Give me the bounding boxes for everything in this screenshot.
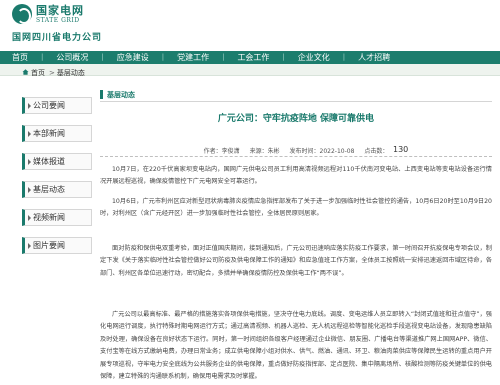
home-icon bbox=[22, 69, 29, 75]
sidebar: 公司要闻 本部新闻 媒体报道 基层动态 视频新闻 图片要闻 bbox=[22, 97, 92, 265]
logo-cn: 国家电网 bbox=[36, 3, 84, 17]
sidebar-item-label: 媒体报道 bbox=[33, 157, 65, 166]
nav-separator: | bbox=[41, 53, 44, 61]
article-title: 广元公司：守牢抗疫阵地 保障可靠供电 bbox=[217, 114, 375, 124]
company-name: 国网四川省电力公司 bbox=[12, 33, 103, 43]
article-paragraph: 面对防疫和保供电双重考验，面对正值国庆期间，接到通知后，广元公司迅速响应落实防疫… bbox=[100, 245, 492, 277]
sidebar-item-photo[interactable]: 图片要闻 bbox=[22, 237, 92, 254]
main-nav: 首页 | 公司概况 | 应急建设 | 党建工作 | 工会工作 | 企业文化 | … bbox=[0, 51, 500, 64]
nav-item-party[interactable]: 党建工作 bbox=[177, 51, 209, 64]
arrow-right-icon bbox=[28, 187, 31, 193]
arrow-right-icon bbox=[28, 159, 31, 165]
breadcrumb-item-home[interactable]: 首页 bbox=[31, 68, 45, 78]
arrow-right-icon bbox=[28, 215, 31, 221]
article-views-label: 点击数： bbox=[364, 148, 389, 155]
nav-separator: | bbox=[101, 53, 104, 61]
nav-separator: | bbox=[222, 53, 225, 61]
nav-separator: | bbox=[161, 53, 165, 61]
nav-item-recruit[interactable]: 人才招聘 bbox=[358, 51, 390, 64]
sidebar-item-company-news[interactable]: 公司要闻 bbox=[22, 97, 92, 114]
logo-en: STATE GRID bbox=[36, 16, 80, 24]
logo-text: 国家电网 STATE GRID bbox=[36, 3, 84, 24]
nav-item-home[interactable]: 首页 bbox=[12, 51, 28, 64]
article-meta: 作者：李俊潇 来源：朱彬 发布时间：2022-10-08 点击数： bbox=[100, 146, 492, 155]
sidebar-item-hq-news[interactable]: 本部新闻 bbox=[22, 125, 92, 142]
arrow-right-icon bbox=[28, 131, 31, 137]
article-author: 作者：李俊潇 bbox=[203, 148, 240, 155]
article-main: 基层动态 广元公司：守牢抗疫阵地 保障可靠供电 作者：李俊潇 来源：朱彬 发布时… bbox=[100, 84, 492, 385]
nav-item-culture[interactable]: 企业文化 bbox=[298, 51, 330, 64]
sidebar-item-media[interactable]: 媒体报道 bbox=[22, 153, 92, 170]
site-header: 国家电网 STATE GRID 国网四川省电力公司 bbox=[0, 0, 500, 46]
article-paragraph: 10月7日，在220千伏高家坝变电站内，国网广元供电公司员工利用高清视频远程对1… bbox=[100, 166, 492, 186]
nav-item-union[interactable]: 工会工作 bbox=[237, 51, 269, 64]
article-date: 发布时间：2022-10-08 bbox=[289, 148, 355, 155]
breadcrumb-item-current[interactable]: 基层动态 bbox=[57, 68, 85, 78]
sidebar-item-label: 公司要闻 bbox=[33, 101, 65, 110]
sidebar-item-label: 基层动态 bbox=[33, 185, 65, 194]
nav-separator: | bbox=[282, 53, 285, 61]
sidebar-item-video[interactable]: 视频新闻 bbox=[22, 209, 92, 226]
article-source: 来源：朱彬 bbox=[249, 148, 280, 155]
sidebar-item-label: 视频新闻 bbox=[33, 213, 65, 222]
article-paragraph: 10月6日，广元市利州区应对新型冠状病毒肺炎疫情应急指挥部发布了关于进一步加强临… bbox=[100, 198, 492, 218]
logo[interactable]: 国家电网 STATE GRID bbox=[12, 4, 84, 24]
sidebar-item-label: 图片要闻 bbox=[33, 241, 65, 250]
view-counter: 130 bbox=[393, 145, 409, 154]
section-header: 基层动态 bbox=[100, 84, 492, 102]
arrow-right-icon bbox=[28, 243, 31, 249]
sidebar-item-grassroots[interactable]: 基层动态 bbox=[22, 181, 92, 198]
nav-separator: | bbox=[342, 53, 346, 61]
article-paragraph: 广元公司以最高标准、最严格的措施落实各项保供电措施，坚决守住电力底线。调度、变电… bbox=[100, 311, 492, 381]
meta-divider bbox=[100, 156, 492, 157]
nav-item-overview[interactable]: 公司概况 bbox=[56, 51, 88, 64]
arrow-right-icon bbox=[28, 103, 31, 109]
sidebar-item-label: 本部新闻 bbox=[33, 129, 65, 138]
section-marker bbox=[100, 90, 103, 99]
nav-item-emergency[interactable]: 应急建设 bbox=[117, 51, 149, 64]
breadcrumb-separator: > bbox=[49, 69, 55, 77]
state-grid-logo-icon bbox=[12, 4, 32, 24]
section-title: 基层动态 bbox=[107, 91, 135, 99]
breadcrumb: 首页 > 基层动态 bbox=[31, 68, 87, 78]
